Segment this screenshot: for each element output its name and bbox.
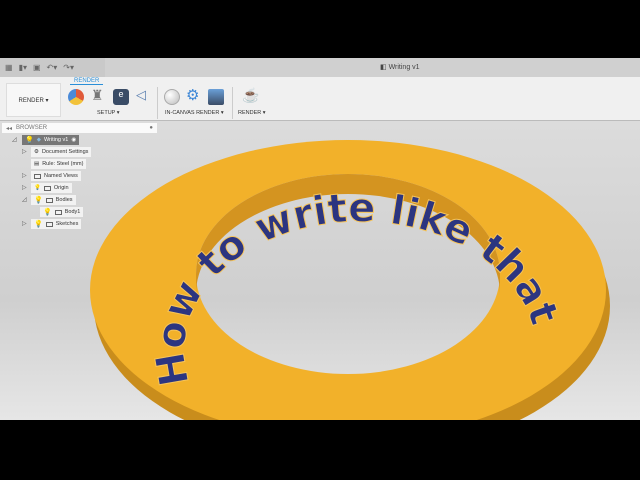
expand-icon[interactable]: ▷ — [22, 172, 27, 179]
expand-icon[interactable]: ◿ — [12, 136, 17, 143]
folder-icon — [34, 173, 41, 179]
undo-icon[interactable]: ↶▾ — [47, 63, 58, 72]
divider — [157, 87, 158, 119]
appearance-icon[interactable] — [68, 89, 84, 105]
tab-render[interactable]: RENDER — [70, 78, 104, 85]
visibility-bulb-icon[interactable]: 💡 — [34, 196, 43, 204]
setup-group-label[interactable]: SETUP ▾ — [97, 110, 120, 116]
ring-model: How to write like that. — [0, 121, 610, 420]
browser-item-named-views[interactable]: Named Views — [31, 171, 81, 181]
pin-icon[interactable]: ● — [149, 125, 153, 131]
capture-image-icon[interactable] — [208, 89, 224, 105]
browser-item-origin[interactable]: 💡 Origin — [31, 183, 72, 193]
in-canvas-render-icon[interactable] — [164, 89, 180, 105]
component-icon: ◆ — [36, 137, 41, 143]
save-icon[interactable]: ▣ — [33, 63, 41, 72]
browser-item-body1[interactable]: 💡 Body1 — [40, 207, 84, 217]
browser-item-bodies[interactable]: 💡 Bodies — [31, 195, 76, 205]
workspace-dropdown[interactable]: RENDER ▾ — [6, 83, 61, 117]
material-rule-icon: ▤ — [34, 161, 40, 167]
folder-icon — [43, 185, 51, 191]
visibility-bulb-icon[interactable]: 💡 — [25, 136, 34, 144]
browser-panel-header[interactable]: ◂◂ BROWSER ● — [2, 123, 157, 133]
browser-item-sketches[interactable]: 💡 Sketches — [31, 219, 82, 229]
document-icon: ◧ — [380, 64, 389, 71]
browser-item-document-settings[interactable]: ⚙ Document Settings — [31, 147, 92, 157]
expand-icon[interactable]: ▷ — [22, 184, 27, 191]
fusion-window: ▦ ▮▾ ▣ ↶▾ ↷▾ ◧ Writing v1 RENDER ▾ RENDE… — [0, 58, 640, 420]
decal-icon[interactable]: e — [113, 89, 129, 105]
ribbon: RENDER ▾ RENDER ♜ e ◁ SETUP ▾ ⚙ IN-CANVA… — [0, 77, 640, 121]
folder-icon — [45, 197, 53, 203]
gear-icon: ⚙ — [34, 149, 39, 155]
expand-icon[interactable]: ▷ — [22, 220, 27, 227]
file-menu-icon[interactable]: ▮▾ — [19, 63, 27, 72]
activate-radio-icon[interactable]: ◉ — [71, 137, 76, 143]
app-grid-icon[interactable]: ▦ — [5, 63, 13, 72]
title-bar — [105, 58, 640, 77]
in-canvas-render-group-label[interactable]: IN-CANVAS RENDER ▾ — [165, 110, 224, 116]
visibility-bulb-icon[interactable]: 💡 — [43, 208, 52, 216]
quick-access-toolbar: ▦ ▮▾ ▣ ↶▾ ↷▾ — [0, 58, 105, 77]
divider — [232, 87, 233, 119]
document-title: ◧ Writing v1 — [380, 64, 420, 71]
render-group-label[interactable]: RENDER ▾ — [238, 110, 266, 116]
texture-map-icon[interactable]: ◁ — [136, 87, 152, 103]
render-settings-gear-icon[interactable]: ⚙ — [186, 86, 202, 104]
visibility-bulb-icon[interactable]: 💡 — [34, 185, 41, 191]
canvas-viewport[interactable]: How to write like that. ◂◂BROWSER● ◿ 💡◆W… — [0, 121, 640, 420]
scene-settings-icon[interactable]: ♜ — [91, 87, 107, 103]
expand-icon[interactable]: ◿ — [22, 196, 27, 203]
render-teapot-icon[interactable]: ☕ — [242, 87, 259, 103]
redo-icon[interactable]: ↷▾ — [63, 63, 74, 72]
browser-item-root[interactable]: 💡 ◆ Writing v1 ◉ — [22, 135, 80, 145]
collapse-icon[interactable]: ◂◂ — [6, 125, 12, 132]
body-icon — [54, 209, 62, 215]
visibility-bulb-icon[interactable]: 💡 — [34, 220, 43, 228]
expand-icon[interactable]: ▷ — [22, 148, 27, 155]
folder-icon — [45, 221, 53, 227]
browser-item-rule[interactable]: ▤ Rule: Steel (mm) — [31, 159, 87, 169]
